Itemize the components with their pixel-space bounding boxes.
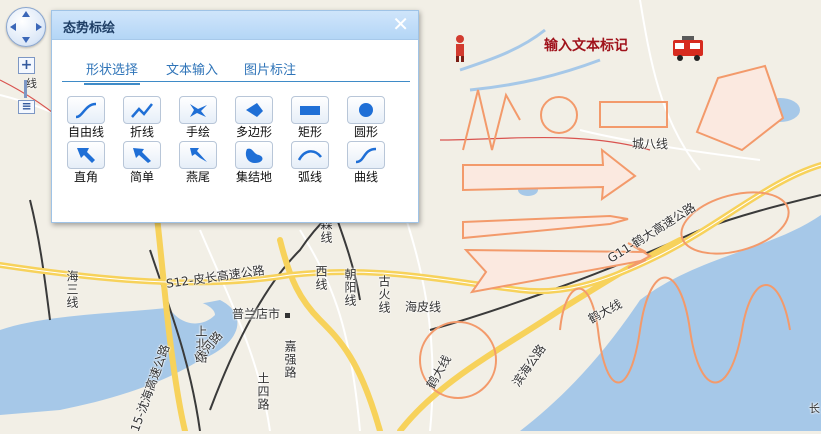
tool-right-angle-arrow[interactable]: 直角 bbox=[61, 141, 111, 184]
tool-label: 燕尾 bbox=[185, 170, 210, 184]
tool-label: 集结地 bbox=[235, 170, 272, 184]
tool-polygon[interactable]: 多边形 bbox=[229, 96, 279, 139]
plotting-panel: 态势标绘 ✕ 形状选择 文本输入 图片标注 自由线 折线 手绘 多边形 矩形 圆… bbox=[51, 10, 419, 223]
tool-circle[interactable]: 圆形 bbox=[341, 96, 391, 139]
pan-up-icon[interactable] bbox=[22, 11, 30, 17]
firefighter-icon[interactable] bbox=[456, 35, 464, 62]
plot-rectangle[interactable] bbox=[599, 101, 668, 128]
left-edge-label: 线 bbox=[26, 77, 37, 90]
tool-rectangle[interactable]: 矩形 bbox=[285, 96, 335, 139]
zoom-slider-rail[interactable] bbox=[24, 80, 27, 98]
pan-down-icon[interactable] bbox=[22, 37, 30, 43]
tool-label: 弧线 bbox=[297, 170, 322, 184]
road-label-xixian: 西线 bbox=[314, 265, 328, 291]
hand-draw-icon bbox=[179, 96, 217, 124]
road-label-gaoqiang: 嘉强路 bbox=[283, 340, 297, 379]
map-pin-icon bbox=[285, 313, 290, 318]
tool-label: 圆形 bbox=[353, 125, 378, 139]
road-label-haipi: 海皮线 bbox=[405, 300, 442, 314]
plot-polygon[interactable] bbox=[695, 64, 785, 152]
zoom-in-button[interactable]: + bbox=[18, 57, 35, 74]
tool-label: 折线 bbox=[129, 125, 154, 139]
tab-bar: 形状选择 文本输入 图片标注 bbox=[62, 57, 410, 85]
pan-control[interactable] bbox=[6, 7, 46, 47]
text-marker[interactable]: 输入文本标记 bbox=[544, 35, 628, 55]
tool-label: 自由线 bbox=[67, 125, 104, 139]
tool-label: 矩形 bbox=[297, 125, 322, 139]
plot-polyline[interactable] bbox=[462, 89, 521, 151]
tool-freehand-line[interactable]: 自由线 bbox=[61, 96, 111, 139]
right-angle-arrow-icon bbox=[67, 141, 105, 169]
road-label-gubian: 古火线 bbox=[377, 275, 391, 314]
tool-simple-arrow[interactable]: 简单 bbox=[117, 141, 167, 184]
city-label-pulandian: 普兰店市 bbox=[232, 307, 281, 321]
rectangle-icon bbox=[291, 96, 329, 124]
polyline-icon bbox=[123, 96, 161, 124]
polygon-icon bbox=[235, 96, 273, 124]
road-label-hai3: 海三线 bbox=[65, 270, 79, 309]
freehand-line-icon bbox=[67, 96, 105, 124]
tool-arc[interactable]: 弧线 bbox=[285, 141, 335, 184]
pan-left-icon[interactable] bbox=[10, 23, 16, 31]
plot-thin-arrow[interactable] bbox=[462, 214, 629, 240]
road-label-hyang: 朝阳线 bbox=[343, 268, 357, 307]
pan-right-icon[interactable] bbox=[36, 23, 42, 31]
curve-icon bbox=[347, 141, 385, 169]
circle-icon bbox=[347, 96, 385, 124]
tool-label: 手绘 bbox=[185, 125, 210, 139]
map-tag: 长 bbox=[809, 402, 820, 415]
assembly-area-icon bbox=[235, 141, 273, 169]
close-icon[interactable]: ✕ bbox=[392, 13, 409, 35]
panel-header[interactable]: 态势标绘 ✕ bbox=[52, 11, 418, 40]
plot-circle[interactable] bbox=[540, 96, 578, 134]
tab-image-annotate[interactable]: 图片标注 bbox=[244, 59, 296, 78]
tool-assembly-area[interactable]: 集结地 bbox=[229, 141, 279, 184]
zoom-slider-handle[interactable]: ≡ bbox=[18, 100, 35, 114]
tool-swallowtail-arrow[interactable]: 燕尾 bbox=[173, 141, 223, 184]
tool-curve[interactable]: 曲线 bbox=[341, 141, 391, 184]
tool-hand-draw[interactable]: 手绘 bbox=[173, 96, 223, 139]
tool-label: 简单 bbox=[129, 170, 154, 184]
arc-icon bbox=[291, 141, 329, 169]
fire-truck-icon[interactable] bbox=[673, 36, 703, 61]
tool-label: 多边形 bbox=[235, 125, 272, 139]
road-label-chengba: 城八线 bbox=[632, 137, 669, 151]
road-label-shisi: 土四路 bbox=[256, 372, 270, 411]
simple-arrow-icon bbox=[123, 141, 161, 169]
tool-label: 直角 bbox=[73, 170, 98, 184]
tab-text-input[interactable]: 文本输入 bbox=[166, 59, 218, 78]
tool-polyline[interactable]: 折线 bbox=[117, 96, 167, 139]
swallowtail-arrow-icon bbox=[179, 141, 217, 169]
tab-shape-select[interactable]: 形状选择 bbox=[83, 59, 141, 85]
panel-title: 态势标绘 bbox=[63, 21, 116, 36]
tool-label: 曲线 bbox=[353, 170, 378, 184]
plot-simple-arrow[interactable] bbox=[462, 147, 637, 202]
